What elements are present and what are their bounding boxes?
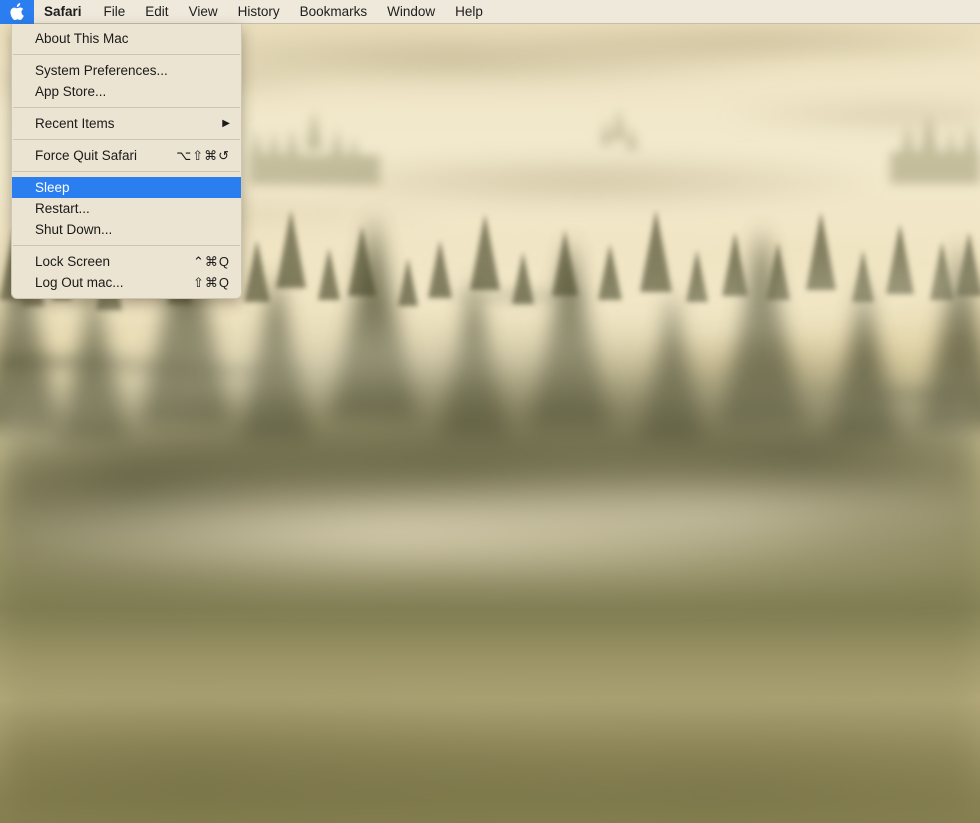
menu-bar-item-history[interactable]: History	[228, 0, 290, 24]
menu-item-label: Lock Screen	[35, 254, 111, 269]
menu-item-label: Recent Items	[35, 116, 115, 131]
menu-item-log-out-mac[interactable]: Log Out mac... ⇧⌘Q	[12, 272, 241, 293]
menu-item-sleep[interactable]: Sleep	[12, 177, 241, 198]
menu-separator	[13, 139, 240, 140]
menu-bar-items: Safari File Edit View History Bookmarks Window…	[34, 0, 493, 24]
menu-item-label: App Store...	[35, 84, 107, 99]
menu-item-shortcut: ⇧⌘Q	[192, 274, 230, 290]
menu-bar-item-safari[interactable]: Safari	[34, 0, 94, 24]
menu-item-label: System Preferences...	[35, 63, 168, 78]
apple-logo-icon	[9, 3, 25, 20]
menu-item-shortcut: ⌃⌘Q	[192, 253, 230, 269]
menu-item-label: Force Quit Safari	[35, 148, 138, 163]
menu-item-shut-down[interactable]: Shut Down...	[12, 219, 241, 240]
menu-item-label: Log Out mac...	[35, 275, 124, 290]
menu-separator	[13, 107, 240, 108]
menu-separator	[13, 245, 240, 246]
menu-bar-item-edit[interactable]: Edit	[135, 0, 178, 24]
menu-item-force-quit-safari[interactable]: Force Quit Safari ⌥⇧⌘↺	[12, 145, 241, 166]
menu-item-label: Restart...	[35, 201, 90, 216]
menu-item-about-this-mac[interactable]: About This Mac	[12, 28, 241, 49]
menu-bar-item-help[interactable]: Help	[445, 0, 493, 24]
apple-dropdown-menu[interactable]: About This Mac System Preferences... App S…	[11, 24, 242, 299]
menu-item-lock-screen[interactable]: Lock Screen ⌃⌘Q	[12, 251, 241, 272]
menu-separator	[13, 54, 240, 55]
menu-bar-item-view[interactable]: View	[179, 0, 228, 24]
menu-item-label: Shut Down...	[35, 222, 113, 237]
menu-bar-item-bookmarks[interactable]: Bookmarks	[290, 0, 378, 24]
menu-item-system-preferences[interactable]: System Preferences...	[12, 60, 241, 81]
menu-item-recent-items[interactable]: Recent Items ▶	[12, 113, 241, 134]
menu-item-restart[interactable]: Restart...	[12, 198, 241, 219]
menu-bar-item-window[interactable]: Window	[377, 0, 445, 24]
menu-item-label: Sleep	[35, 180, 70, 195]
menu-item-app-store[interactable]: App Store...	[12, 81, 241, 102]
menu-item-label: About This Mac	[35, 31, 129, 46]
menu-item-shortcut: ⌥⇧⌘↺	[176, 147, 230, 163]
apple-menu-button[interactable]	[0, 0, 34, 24]
submenu-arrow-icon: ▶	[222, 118, 230, 129]
menu-bar: Safari File Edit View History Bookmarks Window…	[0, 0, 980, 24]
menu-separator	[13, 171, 240, 172]
menu-bar-item-file[interactable]: File	[94, 0, 136, 24]
